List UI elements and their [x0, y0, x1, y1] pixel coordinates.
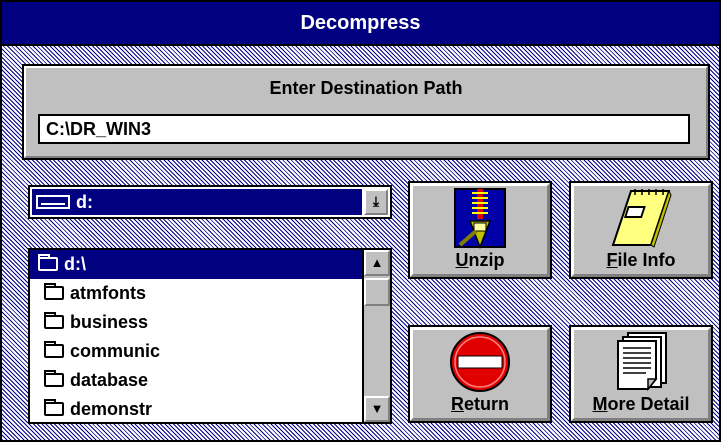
directory-scrollbar[interactable]: ▲ ▼ [362, 250, 390, 422]
destination-path-heading: Enter Destination Path [269, 78, 463, 98]
destination-path-panel: Enter Destination Path [22, 64, 710, 160]
unzip-label: Unzip [455, 250, 505, 270]
file-info-button[interactable]: File Info [569, 181, 713, 279]
open-folder-icon [38, 254, 58, 271]
folder-icon [44, 370, 64, 387]
decompress-window: Decompress Enter Destination Path d: ⤓ d… [0, 0, 721, 442]
arrow-down-icon: ⤓ [372, 193, 380, 209]
folder-icon [44, 341, 64, 358]
return-button[interactable]: Return [408, 325, 552, 423]
drive-icon [36, 195, 70, 209]
directory-item-communic[interactable]: communic [30, 337, 364, 366]
document-stack-icon [617, 332, 667, 392]
directory-label: database [70, 370, 149, 390]
arrow-down-icon: ▼ [370, 401, 384, 416]
folder-icon [44, 312, 64, 329]
more-detail-label: More Detail [592, 394, 690, 414]
directory-item-atmfonts[interactable]: atmfonts [30, 279, 364, 308]
window-title: Decompress [2, 2, 719, 46]
arrow-up-icon: ▲ [370, 255, 384, 270]
return-label: Return [451, 394, 509, 414]
drive-dropdown[interactable]: d: ⤓ [28, 185, 392, 219]
directory-label: demonstr [70, 399, 153, 419]
drive-dropdown-button[interactable]: ⤓ [364, 189, 388, 215]
directory-label: business [70, 312, 149, 332]
directory-list[interactable]: d:\ atmfonts business communic database … [28, 248, 392, 424]
no-entry-icon [450, 332, 510, 392]
directory-label: d:\ [64, 254, 86, 274]
directory-item-demonstr[interactable]: demonstr [30, 395, 364, 422]
directory-item-root[interactable]: d:\ [30, 250, 364, 279]
file-info-label: File Info [606, 250, 676, 270]
drive-selected: d: [32, 189, 362, 215]
directory-label: communic [70, 341, 161, 361]
directory-item-database[interactable]: database [30, 366, 364, 395]
note-pad-icon [611, 189, 672, 248]
folder-icon [44, 283, 64, 300]
directory-item-business[interactable]: business [30, 308, 364, 337]
scroll-down-button[interactable]: ▼ [364, 396, 390, 422]
unzip-button[interactable]: Unzip [408, 181, 552, 279]
zipper-icon [454, 188, 506, 249]
destination-path-input[interactable] [38, 114, 690, 144]
drive-label: d: [76, 192, 93, 212]
scroll-up-button[interactable]: ▲ [364, 250, 390, 276]
folder-icon [44, 399, 64, 416]
directory-label: atmfonts [70, 283, 146, 303]
scroll-thumb[interactable] [364, 278, 390, 306]
more-detail-button[interactable]: More Detail [569, 325, 713, 423]
